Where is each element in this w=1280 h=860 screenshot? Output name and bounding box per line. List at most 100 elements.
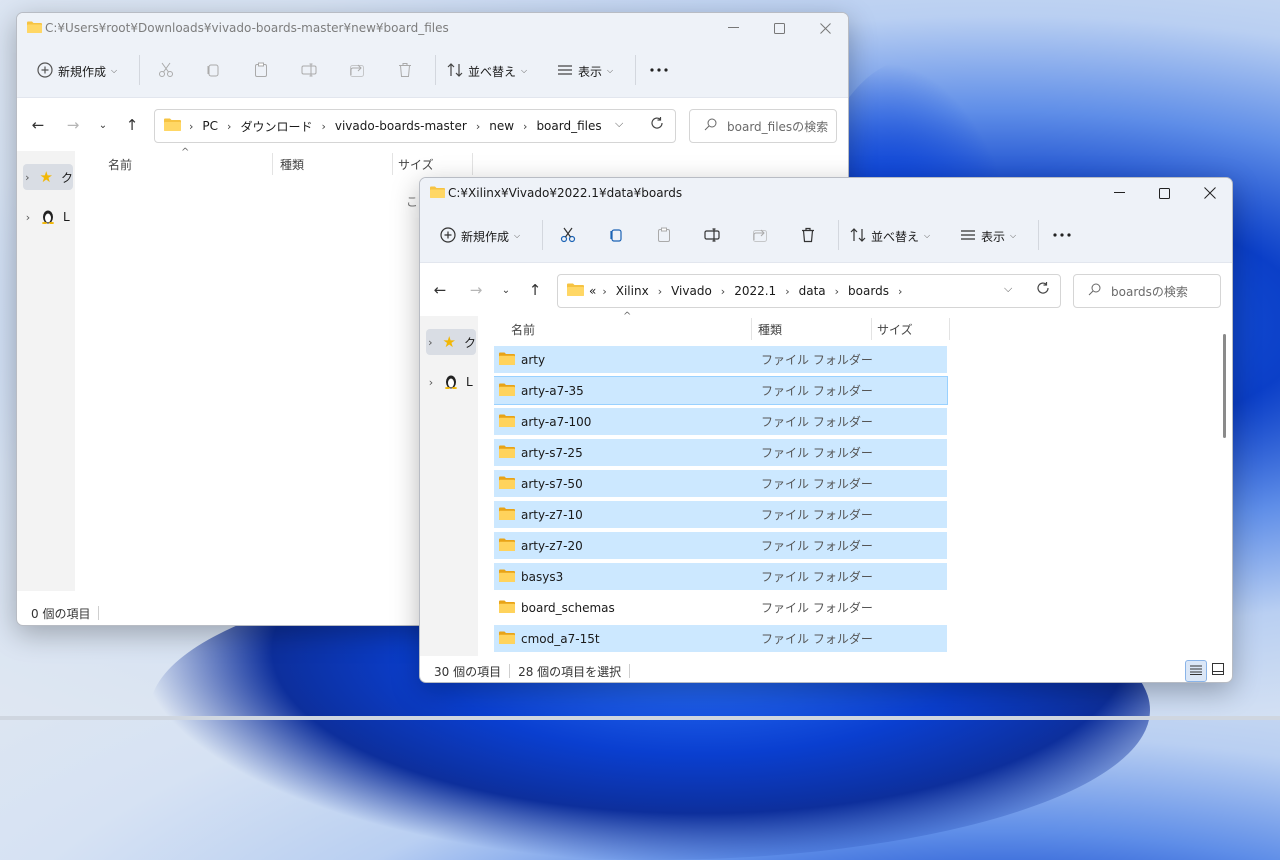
minimize-button[interactable] [1096,178,1142,208]
address-dropdown-icon[interactable]: ⌵ [615,117,623,131]
file-row[interactable]: arty-s7-25 ファイル フォルダー [494,439,947,466]
breadcrumb-item[interactable]: Xilinx [616,284,649,298]
column-header-size[interactable]: サイズ [398,153,434,175]
file-row[interactable]: arty-s7-50 ファイル フォルダー [494,470,947,497]
refresh-icon[interactable] [1036,281,1050,298]
nav-item-quick-access[interactable]: › ★ ク [23,164,73,190]
breadcrumb-item[interactable]: boards [848,284,889,298]
new-button[interactable]: 新規作成 ⌵ [440,225,520,247]
share-icon[interactable] [343,59,371,81]
file-row[interactable]: arty-a7-100 ファイル フォルダー [494,408,947,435]
address-dropdown-icon[interactable]: ⌵ [1004,282,1012,296]
search-box[interactable]: board_filesの検索 [689,109,837,143]
close-button[interactable] [1187,178,1232,208]
chevron-down-icon: ⌵ [607,66,614,75]
file-name: board_schemas [521,600,615,615]
cut-icon[interactable] [152,59,180,81]
forward-arrow-icon[interactable]: → [464,279,488,301]
scrollbar-thumb[interactable] [1223,334,1226,438]
forward-arrow-icon[interactable]: → [61,114,85,136]
file-name: arty-s7-25 [521,445,583,460]
nav-item-linux[interactable]: › L [426,369,476,395]
tiles-view-button[interactable] [1208,660,1228,680]
breadcrumb-item[interactable]: 2022.1 [734,284,776,298]
title-bar[interactable]: C:¥Xilinx¥Vivado¥2022.1¥data¥boards [420,178,1232,208]
breadcrumb-item[interactable]: Vivado [671,284,712,298]
file-row[interactable]: arty-a7-35 ファイル フォルダー [494,376,948,405]
column-header-name[interactable]: 名前 [511,318,535,340]
breadcrumb-item[interactable]: PC [202,119,218,133]
column-header-type[interactable]: 種類 [280,153,304,175]
file-type: ファイル フォルダー [761,570,873,584]
file-name-cell: cmod_a7-15t [494,631,757,647]
column-header-type[interactable]: 種類 [758,318,782,340]
refresh-icon[interactable] [650,116,664,133]
file-row[interactable]: basys3 ファイル フォルダー [494,563,947,590]
details-view-button[interactable] [1185,660,1207,682]
file-row[interactable]: arty ファイル フォルダー [494,346,947,373]
nav-item-quick-access[interactable]: › ★ ク [426,329,476,355]
chevron-right-icon: › [897,284,903,298]
folder-icon [499,414,515,430]
delete-icon[interactable] [794,224,822,246]
back-arrow-icon[interactable]: ← [26,114,50,136]
new-button[interactable]: 新規作成 ⌵ [37,60,117,82]
breadcrumb-item[interactable]: ダウンロード [240,118,312,135]
file-row[interactable]: board_schemas ファイル フォルダー [494,594,947,621]
column-divider[interactable] [392,153,393,175]
column-header-size[interactable]: サイズ [877,318,913,340]
recent-chevron-icon[interactable]: ⌄ [494,279,518,301]
paste-icon[interactable] [247,59,275,81]
file-type: ファイル フォルダー [761,477,873,491]
column-divider[interactable] [472,153,473,175]
sort-ascending-icon: ^ [181,147,190,158]
copy-icon[interactable] [602,224,630,246]
file-row[interactable]: arty-z7-10 ファイル フォルダー [494,501,947,528]
sort-button[interactable]: 並べ替え ⌵ [850,225,930,247]
breadcrumb-item[interactable]: data [799,284,826,298]
delete-icon[interactable] [391,59,419,81]
recent-chevron-icon[interactable]: ⌄ [91,114,115,136]
cut-icon[interactable] [554,224,582,246]
rename-icon[interactable] [295,59,323,81]
maximize-button[interactable] [1141,178,1187,208]
file-name: arty-z7-20 [521,538,583,553]
column-divider[interactable] [871,318,872,340]
rename-icon[interactable] [698,224,726,246]
minimize-button[interactable] [710,13,756,43]
address-bar[interactable]: « › Xilinx › Vivado › 2022.1 › data › bo… [557,274,1061,308]
breadcrumb-item[interactable]: vivado-boards-master [335,119,467,133]
column-divider[interactable] [949,318,950,340]
up-arrow-icon[interactable]: ↑ [523,279,547,301]
file-row[interactable]: cmod_a7-15t ファイル フォルダー [494,625,947,652]
address-bar[interactable]: › PC › ダウンロード › vivado-boards-master › n… [154,109,676,143]
column-divider[interactable] [751,318,752,340]
view-button[interactable]: 表示 ⌵ [557,60,613,82]
paste-icon[interactable] [650,224,678,246]
view-label: 表示 [578,64,603,79]
breadcrumb-overflow[interactable]: « [589,284,596,298]
nav-item-linux[interactable]: › L [23,204,73,230]
close-button[interactable] [802,13,848,43]
more-options-icon[interactable] [1048,224,1076,246]
file-name: arty-a7-100 [521,414,592,429]
copy-icon[interactable] [199,59,227,81]
column-divider[interactable] [272,153,273,175]
sort-button[interactable]: 並べ替え ⌵ [447,60,527,82]
breadcrumb-item[interactable]: board_files [536,119,601,133]
new-label: 新規作成 [461,229,510,244]
plus-circle-icon [37,61,53,81]
back-arrow-icon[interactable]: ← [428,279,452,301]
maximize-button[interactable] [756,13,802,43]
file-type: ファイル フォルダー [761,353,873,367]
column-header-name[interactable]: 名前 [108,153,132,175]
breadcrumb-item[interactable]: new [489,119,514,133]
share-icon[interactable] [746,224,774,246]
title-bar[interactable]: C:¥Users¥root¥Downloads¥vivado-boards-ma… [17,13,848,43]
up-arrow-icon[interactable]: ↑ [120,114,144,136]
file-row[interactable]: arty-z7-20 ファイル フォルダー [494,532,947,559]
chevron-right-icon: › [428,335,433,349]
more-options-icon[interactable] [645,59,673,81]
view-button[interactable]: 表示 ⌵ [960,225,1016,247]
search-box[interactable]: boardsの検索 [1073,274,1221,308]
